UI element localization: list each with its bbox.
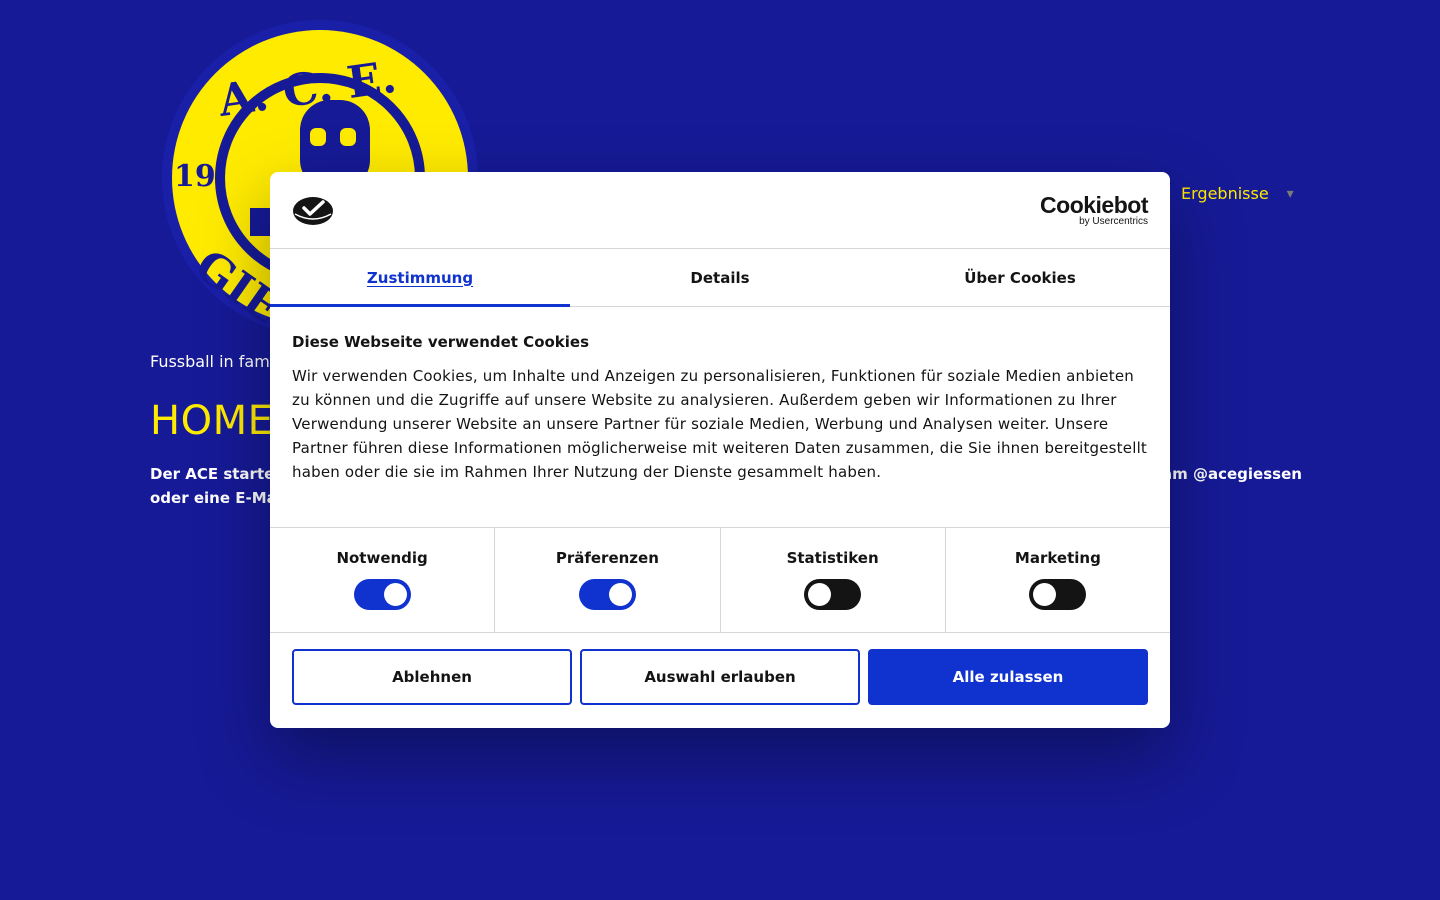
toggle-marketing[interactable]: [1029, 579, 1087, 610]
toggle-knob: [383, 583, 407, 606]
category-marketing: Marketing: [946, 528, 1170, 632]
decline-button[interactable]: Ablehnen: [292, 649, 572, 705]
allow-all-button[interactable]: Alle zulassen: [868, 649, 1148, 705]
allow-selection-button[interactable]: Auswahl erlauben: [580, 649, 860, 705]
instagram-handle-text: am @acegiessen: [1162, 465, 1302, 483]
category-label: Notwendig: [336, 549, 428, 567]
site-tagline: Fussball in famili: [150, 352, 284, 371]
cookie-icon: [293, 197, 333, 225]
category-praeferenzen: Präferenzen: [495, 528, 721, 632]
brand-name: Cookiebot: [1040, 192, 1148, 218]
cookiebot-brand[interactable]: Cookiebot by Usercentrics: [1040, 194, 1148, 228]
tab-ueber-cookies[interactable]: Über Cookies: [870, 249, 1170, 306]
consent-text-area: Diese Webseite verwendet Cookies Wir ver…: [270, 307, 1170, 528]
consent-categories: Notwendig Präferenzen Statistiken Market…: [270, 528, 1170, 633]
main-nav: Ergebnisse ▾: [1181, 184, 1294, 203]
tab-zustimmung[interactable]: Zustimmung: [270, 249, 570, 307]
category-notwendig: Notwendig: [270, 528, 496, 632]
category-label: Marketing: [1014, 549, 1101, 567]
toggle-praeferenzen[interactable]: [578, 579, 636, 610]
toggle-statistiken[interactable]: [804, 579, 862, 610]
consent-buttons: Ablehnen Auswahl erlauben Alle zulassen: [270, 633, 1170, 721]
toggle-knob: [608, 583, 632, 606]
toggle-notwendig[interactable]: [353, 579, 411, 610]
nav-link-ergebnisse[interactable]: Ergebnisse: [1181, 184, 1269, 203]
category-label: Statistiken: [786, 549, 879, 567]
dialog-tabs: Zustimmung Details Über Cookies: [270, 249, 1170, 307]
page-title: HOME: [150, 398, 274, 444]
toggle-knob: [808, 583, 832, 606]
toggle-knob: [1033, 583, 1057, 606]
category-label: Präferenzen: [555, 549, 659, 567]
chevron-down-icon[interactable]: ▾: [1287, 185, 1294, 202]
dialog-header: Cookiebot by Usercentrics: [270, 172, 1170, 249]
tab-details[interactable]: Details: [570, 249, 870, 306]
intro-text-line: oder eine E-Mail: [150, 489, 288, 507]
consent-description: Wir verwenden Cookies, um Inhalte und An…: [292, 367, 1148, 481]
consent-heading: Diese Webseite verwendet Cookies: [292, 333, 590, 351]
category-statistiken: Statistiken: [721, 528, 946, 632]
logo-year-text: 19: [174, 159, 216, 194]
cookie-consent-dialog: Cookiebot by Usercentrics Zustimmung Det…: [270, 172, 1170, 728]
